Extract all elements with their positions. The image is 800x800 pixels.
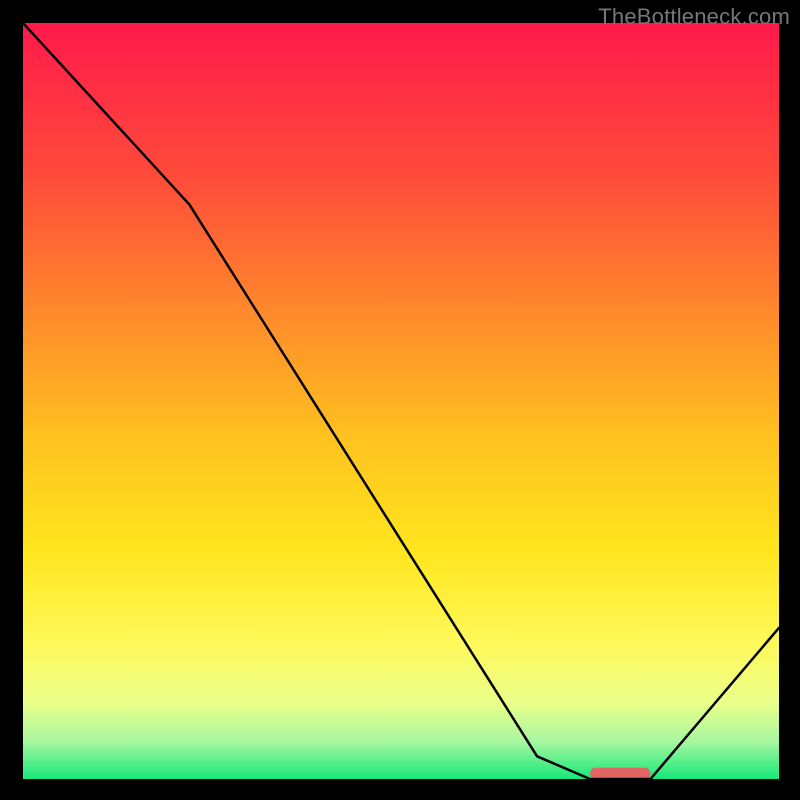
chart-background [23, 23, 779, 779]
bottleneck-chart [23, 23, 779, 779]
optimal-range-pill [590, 768, 650, 779]
watermark-text: TheBottleneck.com [598, 4, 790, 30]
chart-container: TheBottleneck.com [0, 0, 800, 800]
